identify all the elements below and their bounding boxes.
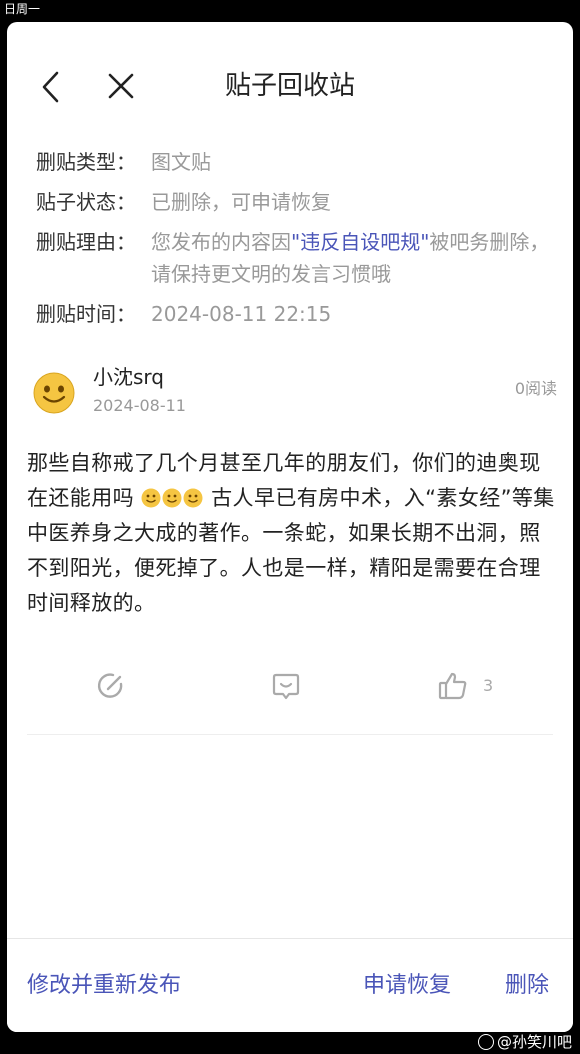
smile-emoji-icon (141, 488, 161, 508)
info-row-reason: 删贴理由： 您发布的内容因"违反自设吧规"被吧务删除，请保持更文明的发言习惯哦 (36, 226, 556, 290)
delete-button[interactable]: 删除 (505, 971, 549, 1001)
info-value: 您发布的内容因"违反自设吧规"被吧务删除，请保持更文明的发言习惯哦 (151, 226, 556, 290)
author-name[interactable]: 小沈srq (93, 362, 164, 392)
post-date: 2024-08-11 (93, 396, 186, 415)
reason-text-pre: 您发布的内容因 (151, 230, 291, 254)
edit-icon[interactable] (95, 670, 127, 702)
thumbs-up-icon[interactable] (437, 670, 469, 702)
bottom-action-bar: 修改并重新发布 申请恢复 删除 (7, 938, 573, 1032)
tieba-logo-icon (477, 1034, 494, 1050)
rule-link[interactable]: "违反自设吧规" (291, 230, 429, 254)
post-actions: 3 (27, 662, 557, 718)
status-bar-text: 日周一 (4, 2, 41, 16)
smile-emoji-icon (183, 488, 203, 508)
smile-emoji-icon (162, 488, 182, 508)
divider (27, 734, 553, 735)
info-row-status: 贴子状态： 已删除，可申请恢复 (36, 186, 556, 218)
info-value: 图文贴 (151, 150, 211, 174)
deletion-info: 删贴类型： 图文贴 贴子状态： 已删除，可申请恢复 删贴理由： 您发布的内容因"… (36, 146, 556, 338)
watermark: @孙笑川吧 (477, 1033, 572, 1051)
info-label: 删贴时间： (36, 302, 136, 326)
info-row-type: 删贴类型： 图文贴 (36, 146, 556, 178)
like-count: 3 (483, 676, 494, 695)
info-label: 删贴类型： (36, 150, 136, 174)
info-value: 2024-08-11 22:15 (151, 302, 332, 326)
header: 贴子回收站 (7, 22, 573, 152)
watermark-text: @孙笑川吧 (496, 1033, 572, 1051)
info-label: 删贴理由： (36, 230, 136, 254)
read-count: 0阅读 (514, 379, 557, 398)
restore-request-button[interactable]: 申请恢复 (363, 971, 451, 1001)
info-value: 已删除，可申请恢复 (151, 190, 331, 214)
recycle-bin-card: 贴子回收站 删贴类型： 图文贴 贴子状态： 已删除，可申请恢复 删贴理由： 您发… (7, 22, 573, 1032)
post-content: 那些自称戒了几个月甚至几年的朋友们，你们的迪奥现在还能用吗 古人早已有房中术，入… (27, 446, 557, 621)
page-title: 贴子回收站 (224, 71, 355, 101)
avatar[interactable] (33, 372, 75, 414)
info-label: 贴子状态： (36, 190, 136, 214)
info-row-time: 删贴时间： 2024-08-11 22:15 (36, 298, 556, 330)
republish-button[interactable]: 修改并重新发布 (27, 971, 181, 1001)
comment-icon[interactable] (270, 670, 302, 702)
